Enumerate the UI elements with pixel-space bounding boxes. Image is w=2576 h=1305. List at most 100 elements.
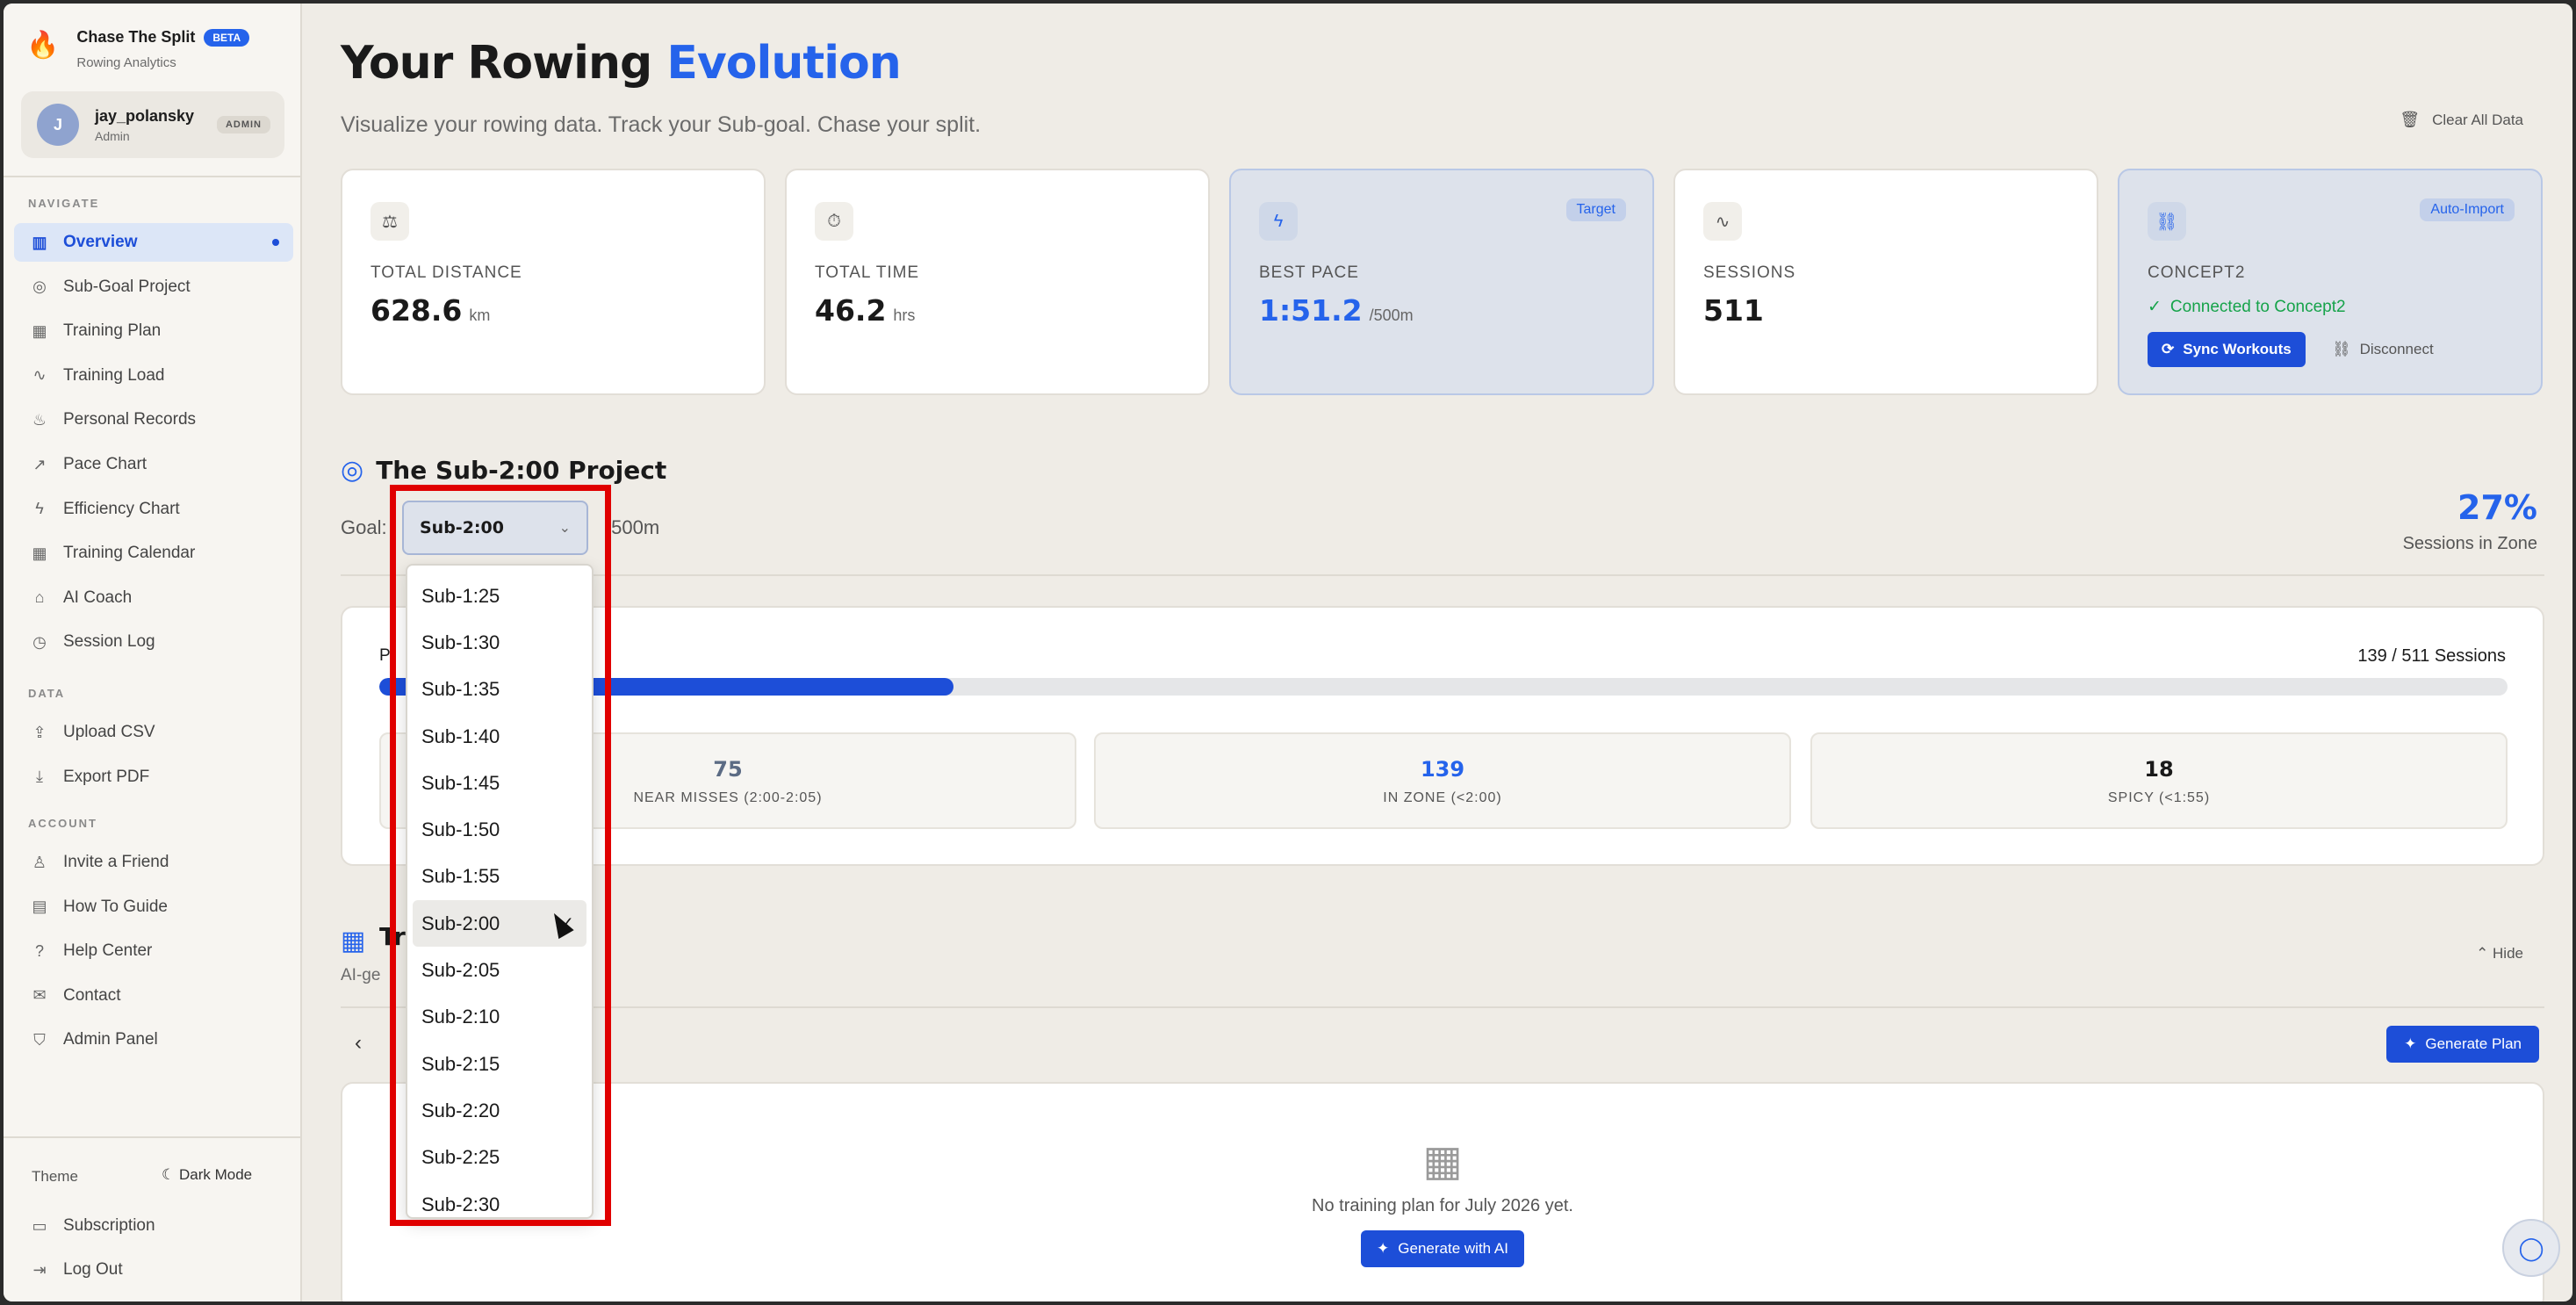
auto-import-badge: Auto-Import [2420, 198, 2515, 221]
stat-label: TOTAL TIME [815, 263, 920, 282]
bolt-icon: ϟ [1259, 202, 1298, 241]
link-icon: ⛓ [2148, 202, 2186, 241]
activity-icon: ∿ [1703, 202, 1742, 241]
credit-card-icon: ▭ [32, 1216, 47, 1235]
goal-unit: /500m [606, 516, 660, 538]
page-title-main: Your Rowing [341, 37, 667, 90]
zone-percent: 27% [2457, 488, 2537, 527]
sidebar-item-overview[interactable]: ▥ Overview [14, 223, 293, 262]
download-icon: ⤓ [36, 768, 43, 786]
connection-status: Connected to Concept2 [2169, 297, 2346, 316]
sidebar-item-label: Contact [63, 985, 121, 1005]
sidebar-item-training-plan[interactable]: ▦ Training Plan [14, 312, 293, 350]
generate-with-ai-button[interactable]: ✦ Generate with AI [1361, 1230, 1524, 1267]
dropdown-option[interactable]: Sub-2:30 [413, 1181, 586, 1217]
dropdown-option-label: Sub-2:10 [421, 1006, 500, 1028]
app-window: 🔥 Chase The Split BETA Rowing Analytics … [4, 4, 2572, 1301]
bucket-in-zone: 139 IN ZONE (<2:00) [1094, 732, 1791, 829]
dropdown-option[interactable]: Sub-2:25 [413, 1135, 586, 1181]
dropdown-option-label: Sub-1:30 [421, 631, 500, 653]
sidebar-item-ai-coach[interactable]: ⌂ AI Coach [14, 579, 293, 617]
dropdown-option[interactable]: Sub-2:10 [413, 994, 586, 1041]
sidebar-item-contact[interactable]: ✉ Contact [14, 977, 293, 1015]
flame-logo-icon: 🔥 [26, 31, 60, 60]
stat-card-time: ⏱ TOTAL TIME 46.2 hrs [785, 169, 1210, 395]
sidebar-item-how-to-guide[interactable]: ▤ How To Guide [14, 888, 293, 926]
dark-mode-toggle[interactable]: ☾ Dark Mode [162, 1166, 252, 1184]
user-name: jay_polansky [95, 106, 195, 125]
stat-card-concept2: ⛓ Auto-Import CONCEPT2 ✓ Connected to Con… [2118, 169, 2543, 395]
dropdown-option-label: Sub-1:35 [421, 678, 500, 701]
bucket-label: IN ZONE (<2:00) [1383, 790, 1502, 805]
shield-icon: ⛉ [33, 1030, 46, 1049]
sidebar-divider [4, 176, 302, 177]
dropdown-option[interactable]: Sub-1:55 [413, 854, 586, 900]
divider [341, 574, 2544, 576]
target-icon: ◎ [341, 455, 364, 486]
check-circle-icon: ✓ [2148, 298, 2162, 316]
dropdown-option[interactable]: Sub-1:40 [413, 713, 586, 760]
sidebar-item-admin-panel[interactable]: ⛉ Admin Panel [14, 1020, 293, 1059]
disconnect-button[interactable]: ⛓ Disconnect [2332, 334, 2434, 365]
sidebar-item-help-center[interactable]: ? Help Center [14, 932, 293, 970]
nav-section-label: NAVIGATE [28, 197, 100, 210]
dropdown-option[interactable]: Sub-2:05 [413, 947, 586, 993]
sidebar-item-session-log[interactable]: ◷ Session Log [14, 623, 293, 661]
dropdown-option[interactable]: Sub-1:25 [413, 573, 586, 619]
sidebar-item-label: Overview [63, 233, 138, 251]
dropdown-option[interactable]: Sub-2:20 [413, 1087, 586, 1134]
sidebar-item-training-load[interactable]: ∿ Training Load [14, 357, 293, 395]
dropdown-option-label: Sub-2:05 [421, 959, 500, 982]
user-plus-icon: ♙ [32, 853, 47, 871]
stat-unit: /500m [1369, 306, 1414, 324]
stat-unit: km [469, 306, 491, 324]
section-title-project: ◎ The Sub-2:00 Project [341, 455, 666, 486]
stat-value: 46.2 [815, 293, 887, 328]
sidebar-item-logout[interactable]: ⇥ Log Out [14, 1251, 293, 1289]
dropdown-option[interactable]: Sub-2:15 [413, 1041, 586, 1087]
trash-icon: 🗑 [2400, 111, 2421, 128]
dropdown-option[interactable]: Sub-1:35 [413, 667, 586, 713]
user-card[interactable]: J jay_polansky Admin ADMIN [21, 91, 284, 158]
sidebar-item-personal-records[interactable]: ♨ Personal Records [14, 400, 293, 439]
hide-button[interactable]: ⌃ Hide [2476, 945, 2523, 963]
sidebar-item-upload-csv[interactable]: ⇪ Upload CSV [14, 713, 293, 752]
target-icon: ◎ [32, 278, 47, 296]
progress-card: Pr 139 / 511 Sessions 75 NEAR MISSES (2:… [341, 606, 2544, 866]
sidebar-item-subscription[interactable]: ▭ Subscription [14, 1207, 293, 1245]
dropdown-option[interactable]: Sub-1:50 [413, 806, 586, 853]
book-icon: ▤ [32, 898, 47, 916]
sidebar-item-invite-a-friend[interactable]: ♙ Invite a Friend [14, 843, 293, 882]
goal-dropdown-menu: Sub-1:25 Sub-1:30 Sub-1:35 Sub-1:40 Sub-1:45… [406, 564, 594, 1219]
chat-button[interactable]: ◯ [2502, 1219, 2560, 1277]
sparkles-icon: ✦ [1377, 1240, 1390, 1257]
divider [341, 1006, 2544, 1008]
brand[interactable]: 🔥 Chase The Split BETA Rowing Analytics [26, 28, 250, 70]
sidebar-item-export-pdf[interactable]: ⤓ Export PDF [14, 758, 293, 797]
dropdown-option-label: Sub-1:45 [421, 771, 500, 794]
project-title: The Sub-2:00 Project [376, 456, 667, 485]
bar-chart-icon: ▥ [32, 233, 47, 251]
sidebar-item-training-calendar[interactable]: ▦ Training Calendar [14, 534, 293, 573]
dropdown-option-label: Sub-2:25 [421, 1146, 500, 1169]
sync-workouts-button[interactable]: ⟳ Sync Workouts [2148, 332, 2306, 367]
generate-plan-button[interactable]: ✦ Generate Plan [2386, 1026, 2539, 1063]
dropdown-option[interactable]: Sub-1:45 [413, 760, 586, 806]
clear-all-data-button[interactable]: 🗑 Clear All Data [2400, 111, 2523, 129]
goal-select[interactable]: Sub-2:00 ⌄ [402, 501, 588, 555]
previous-month-button[interactable]: ‹ [355, 1031, 362, 1056]
sidebar-item-label: Upload CSV [63, 723, 155, 741]
sidebar-item-pace-chart[interactable]: ↗ Pace Chart [14, 445, 293, 484]
bolt-icon: ϟ [35, 500, 44, 518]
stat-card-sessions: ∿ SESSIONS 511 [1673, 169, 2098, 395]
flame-icon: ♨ [32, 410, 47, 429]
zone-percent-label: Sessions in Zone [2402, 534, 2537, 553]
progress-count: 139 / 511 Sessions [2357, 646, 2506, 666]
section-title-training-plan: Tr [379, 922, 406, 951]
chat-icon: ◯ [2518, 1234, 2544, 1261]
sidebar-item-efficiency-chart[interactable]: ϟ Efficiency Chart [14, 490, 293, 529]
sidebar-item-sub-goal-project[interactable]: ◎ Sub-Goal Project [14, 268, 293, 306]
sidebar-item-label: How To Guide [63, 897, 168, 916]
dropdown-option[interactable]: Sub-1:30 [413, 619, 586, 666]
calendar-icon: ▦ [32, 544, 47, 562]
